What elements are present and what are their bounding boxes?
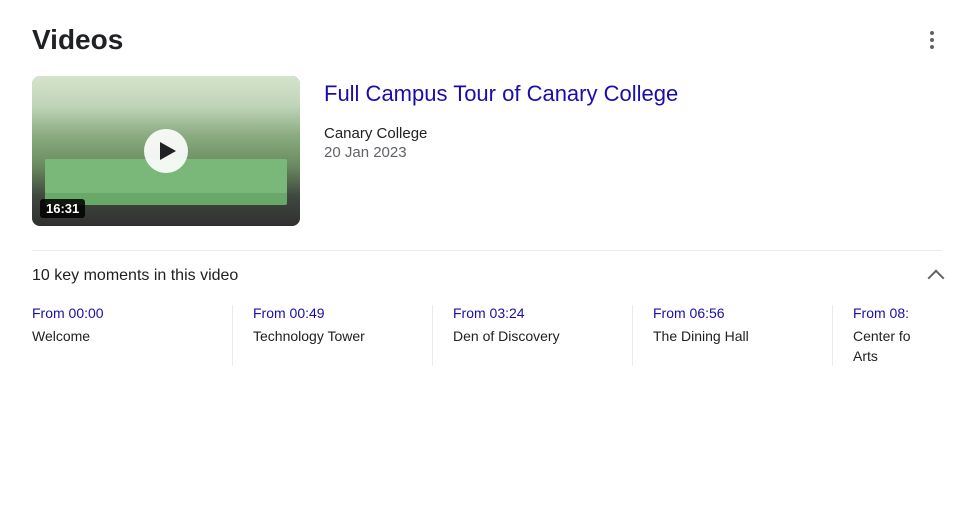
moment-item-4: From 08: Center fo Arts <box>832 305 942 366</box>
key-moments-title: 10 key moments in this video <box>32 267 238 285</box>
moment-timestamp-1[interactable]: From 00:49 <box>253 305 412 321</box>
moment-item-3: From 06:56 The Dining Hall <box>632 305 832 366</box>
key-moments-section: 10 key moments in this video From 00:00 … <box>32 250 942 366</box>
play-triangle <box>160 142 176 160</box>
moment-timestamp-2[interactable]: From 03:24 <box>453 305 612 321</box>
moment-label-0: Welcome <box>32 327 212 347</box>
moment-label-3: The Dining Hall <box>653 327 812 347</box>
moment-label-2: Den of Discovery <box>453 327 612 347</box>
chevron-up-icon <box>928 270 945 287</box>
moment-item-2: From 03:24 Den of Discovery <box>432 305 632 366</box>
moment-timestamp-3[interactable]: From 06:56 <box>653 305 812 321</box>
video-channel: Canary College <box>324 125 678 142</box>
video-info: Full Campus Tour of Canary College Canar… <box>324 76 678 226</box>
video-card: 16:31 Full Campus Tour of Canary College… <box>32 76 942 226</box>
video-date: 20 Jan 2023 <box>324 144 678 161</box>
video-title-link[interactable]: Full Campus Tour of Canary College <box>324 80 678 109</box>
key-moments-header[interactable]: 10 key moments in this video <box>32 267 942 285</box>
moment-label-1: Technology Tower <box>253 327 412 347</box>
moment-label-4: Center fo Arts <box>853 327 931 366</box>
moment-timestamp-0[interactable]: From 00:00 <box>32 305 212 321</box>
moment-timestamp-4[interactable]: From 08: <box>853 305 931 321</box>
video-thumbnail[interactable]: 16:31 <box>32 76 300 226</box>
play-button-icon[interactable] <box>144 129 188 173</box>
videos-header: Videos <box>32 24 942 56</box>
moments-list: From 00:00 Welcome From 00:49 Technology… <box>32 305 942 366</box>
videos-section: Videos 16:31 Full Campus Tour of Canary … <box>0 0 974 390</box>
video-duration: 16:31 <box>40 199 85 218</box>
moment-item-1: From 00:49 Technology Tower <box>232 305 432 366</box>
three-dots-icon <box>930 31 934 49</box>
moment-item-0: From 00:00 Welcome <box>32 305 232 366</box>
videos-title: Videos <box>32 24 123 56</box>
more-options-button[interactable] <box>922 27 942 53</box>
